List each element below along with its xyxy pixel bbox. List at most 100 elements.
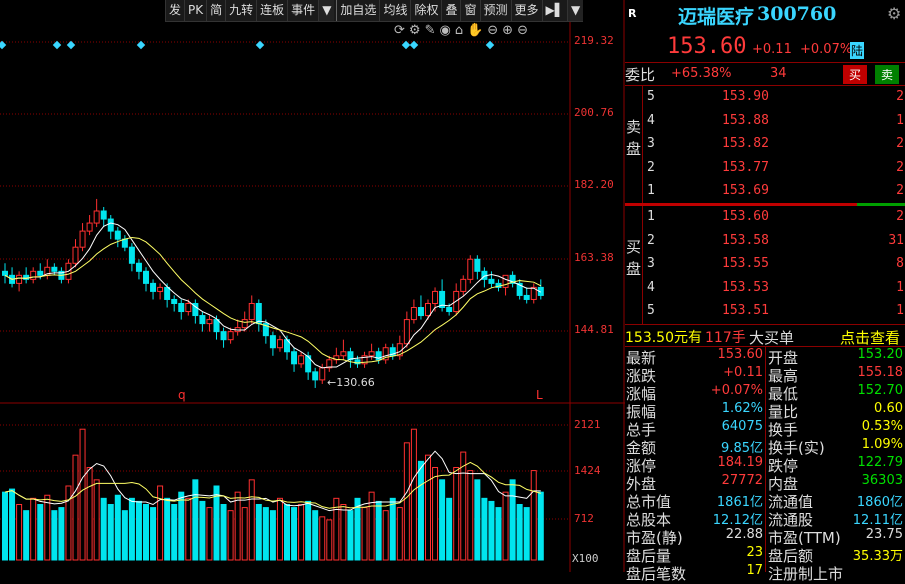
volume-bar-29: [206, 507, 213, 561]
volume-bar-20: [143, 504, 149, 561]
stat-value-left-6: 184.19: [717, 455, 764, 470]
buy-price-5[interactable]: 153.51: [722, 303, 769, 318]
volume-bar-31: [220, 504, 227, 561]
stat-value-right-1: 155.18: [857, 365, 904, 380]
volume-unit-label: X100: [572, 552, 599, 565]
volume-bar-54: [382, 510, 389, 561]
volume-bar-69: [488, 500, 495, 561]
candle-body-48: [340, 351, 347, 357]
sell-label-char1: 卖: [626, 118, 642, 136]
buy-vol-3: 8: [896, 256, 904, 271]
volume-bar-65: [460, 451, 467, 561]
sell-price-2[interactable]: 153.88: [722, 113, 769, 128]
volume-bar-68: [481, 497, 488, 561]
sell-side-label: 卖 盘: [626, 116, 641, 160]
weibi-label: 委比: [625, 66, 656, 84]
candle-body-45: [319, 367, 326, 381]
volume-bar-32: [227, 510, 234, 561]
buy-price-3[interactable]: 153.55: [722, 256, 769, 271]
buy-price-1[interactable]: 153.60: [722, 209, 769, 224]
volume-bar-19: [135, 500, 142, 561]
volume-bar-70: [495, 507, 502, 561]
volume-bar-62: [439, 479, 446, 561]
volume-bar-7: [51, 510, 58, 561]
stat-value-right-10: 23.75: [865, 527, 903, 542]
volume-bar-16: [114, 494, 121, 561]
buy-lvl-5: 5: [647, 303, 655, 318]
volume-bar-1: [9, 488, 16, 561]
candle-body-44: [312, 371, 319, 381]
sell-button[interactable]: 卖: [875, 65, 900, 84]
volume-bar-5: [37, 504, 44, 561]
sell-price-5[interactable]: 153.69: [722, 183, 769, 198]
stat-value-left-8: 1861亿: [716, 495, 763, 510]
connect-tag: 陆: [850, 42, 865, 59]
stat-value-right-0: 153.20: [857, 347, 904, 362]
zoom-out-icon[interactable]: ⊖: [487, 23, 498, 38]
stat-value-left-5: 9.85亿: [721, 441, 763, 456]
gear-icon[interactable]: ⚙: [887, 4, 901, 23]
volume-bar-34: [241, 507, 248, 561]
stat-value-right-2: 152.70: [857, 383, 904, 398]
buy-price-2[interactable]: 153.58: [722, 233, 769, 248]
stock-name: 迈瑞医疗: [678, 6, 755, 28]
candle-body-7: [51, 266, 58, 272]
sell-price-4[interactable]: 153.77: [722, 160, 769, 175]
candle-body-31: [220, 331, 227, 341]
event-marker-2: [66, 40, 76, 50]
candle-body-63: [446, 307, 453, 313]
candle-body-5: [37, 270, 44, 276]
refresh-icon[interactable]: ⟳: [394, 23, 405, 38]
buy-label-char1: 买: [626, 238, 642, 256]
candle-body-65: [460, 278, 467, 292]
candle-body-57: [403, 319, 410, 345]
price-change-pct: +0.07%: [800, 42, 853, 57]
big-order-price: 153.50元有: [625, 330, 702, 346]
candle-body-66: [467, 258, 474, 280]
event-marker-0: [0, 40, 7, 50]
lock-icon[interactable]: ⌂: [455, 23, 463, 38]
candle-body-42: [298, 355, 305, 365]
hand-icon[interactable]: ✋: [467, 23, 483, 38]
minus-icon[interactable]: ⊖: [517, 23, 528, 38]
volume-bar-63: [446, 497, 453, 561]
candle-body-21: [150, 282, 157, 292]
sell-vol-5: 2: [896, 183, 904, 198]
sell-price-3[interactable]: 153.82: [722, 136, 769, 151]
volume-bar-25: [178, 491, 185, 561]
buy-label-char2: 盘: [626, 260, 642, 278]
eye-icon[interactable]: ◉: [439, 23, 450, 38]
candle-body-41: [291, 351, 298, 365]
volume-bar-49: [347, 510, 354, 561]
sell-lvl-5: 1: [647, 183, 655, 198]
volume-bar-18: [128, 497, 135, 561]
buy-lvl-3: 3: [647, 256, 655, 271]
buy-vol-1: 2: [896, 209, 904, 224]
candle-body-28: [199, 315, 206, 325]
kline-chart[interactable]: [0, 0, 625, 572]
volume-bar-38: [269, 510, 276, 561]
buy-button[interactable]: 买: [843, 65, 868, 84]
candle-body-19: [135, 262, 142, 272]
volume-bar-37: [262, 507, 269, 561]
volume-bar-13: [93, 479, 100, 561]
sell-price-1[interactable]: 153.90: [722, 89, 769, 104]
volume-bar-9: [65, 485, 72, 561]
volume-bar-58: [410, 428, 417, 561]
price-change: +0.11: [752, 42, 792, 57]
settings-icon[interactable]: ⚙: [409, 23, 421, 38]
quote-panel: R 迈瑞医疗 300760 ⚙ 153.60 +0.11 +0.07% 陆 委比…: [625, 0, 905, 583]
volume-bar-36: [255, 504, 262, 561]
buy-price-4[interactable]: 153.53: [722, 280, 769, 295]
volume-bar-76: [537, 491, 544, 561]
volume-bar-67: [474, 479, 481, 561]
marker-q: q: [178, 388, 186, 402]
pen-icon[interactable]: ✎: [425, 23, 436, 38]
candle-body-14: [100, 210, 107, 220]
big-order-link[interactable]: 点击查看: [840, 327, 900, 348]
volume-bar-59: [417, 460, 424, 561]
volume-bar-11: [79, 428, 86, 561]
buy-vol-5: 1: [896, 303, 904, 318]
last-price: 153.60: [667, 34, 747, 59]
zoom-in-icon[interactable]: ⊕: [502, 23, 513, 38]
